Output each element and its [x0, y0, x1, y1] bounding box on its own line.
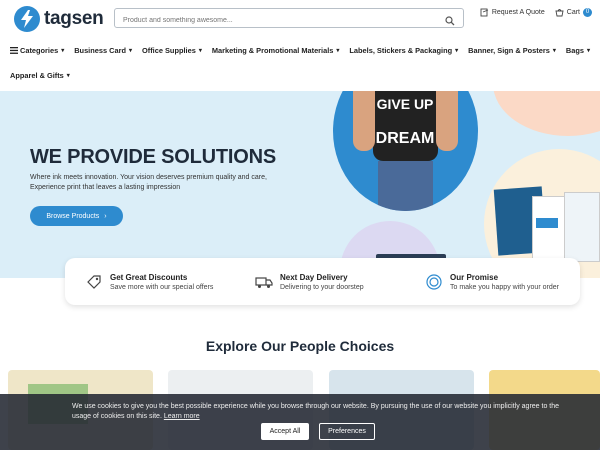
cart-label: Cart	[566, 9, 580, 16]
section-title: Explore Our People Choices	[205, 338, 395, 354]
nav-item-label: Bags	[565, 46, 584, 55]
header: tagsen Request A Quote Cart 0	[0, 0, 600, 38]
request-quote-label: Request A Quote	[491, 9, 545, 16]
cart-count-badge: 0	[583, 8, 592, 17]
nav-item-office-supplies[interactable]: Office Supplies ▾	[142, 46, 202, 55]
quote-icon	[480, 8, 488, 17]
chevron-down-icon: ▾	[61, 48, 65, 54]
chevron-down-icon: ▾	[455, 48, 459, 54]
nav-row: Categories ▾ Business Card ▾ Office Suppli…	[10, 46, 600, 55]
browse-products-label: Browse Products	[46, 212, 100, 220]
nav-item-label: Apparel & Gifts	[10, 71, 64, 80]
chevron-down-icon: ▾	[586, 48, 590, 54]
nav-item-label: Banner, Sign & Posters	[468, 46, 550, 55]
nav-item-labels-stickers[interactable]: Labels, Stickers & Packaging ▾	[349, 46, 458, 55]
search-input[interactable]	[123, 11, 443, 30]
preferences-button[interactable]: Preferences	[319, 423, 375, 440]
top-links: Request A Quote Cart 0	[470, 8, 592, 17]
nav-item-label: Marketing & Promotional Materials	[211, 46, 334, 55]
cookie-banner: We use cookies to give you the best poss…	[0, 394, 600, 450]
chevron-down-icon: ▾	[552, 48, 556, 54]
nav-item-label: Business Card	[74, 46, 126, 55]
hero-model-image: GIVE UP DREAM	[333, 91, 478, 211]
tag-icon	[87, 274, 101, 289]
request-quote-link[interactable]: Request A Quote	[480, 8, 545, 17]
search-bar	[114, 8, 464, 31]
chevron-down-icon: ▾	[336, 48, 340, 54]
cart-link[interactable]: Cart 0	[555, 8, 592, 17]
chevron-right-icon: ›	[104, 212, 107, 220]
feature-title: Our Promise	[450, 272, 499, 282]
nav-item-marketing[interactable]: Marketing & Promotional Materials ▾	[212, 46, 340, 55]
nav-item-label: Labels, Stickers & Packaging	[349, 46, 453, 55]
brand-name: tagsen	[44, 8, 104, 29]
truck-icon	[255, 276, 273, 288]
feature-item: Next Day Delivery Delivering to your door…	[235, 258, 405, 305]
cookie-text: We use cookies to give you the best poss…	[72, 403, 560, 420]
nav-item-label: Categories	[20, 46, 59, 55]
nav-row: Apparel & Gifts ▾	[10, 71, 80, 80]
nav-item-apparel-gifts[interactable]: Apparel & Gifts ▾	[10, 71, 70, 80]
cookie-message: We use cookies to give you the best poss…	[72, 402, 562, 422]
nav-item-business-card[interactable]: Business Card ▾	[74, 46, 132, 55]
accept-all-button[interactable]: Accept All	[261, 423, 309, 440]
hero-title: WE PROVIDE SOLUTIONS	[30, 146, 277, 168]
svg-text:GIVE UP: GIVE UP	[377, 96, 434, 112]
main-nav: Categories ▾ Business Card ▾ Office Suppli…	[0, 40, 600, 90]
chevron-down-icon: ▾	[128, 48, 132, 54]
chevron-down-icon: ▾	[198, 48, 202, 54]
feature-subtitle: Delivering to your doorstep	[280, 283, 364, 291]
chevron-down-icon: ▾	[66, 73, 70, 79]
hero-banner: GIVE UP DREAM WE PROVIDE SOLUTIONS Where…	[0, 91, 600, 278]
feature-title: Next Day Delivery	[280, 272, 348, 282]
nav-item-bags[interactable]: Bags ▾	[566, 46, 590, 55]
feature-item: Our Promise To make you happy with your o…	[405, 258, 575, 305]
hero-subtitle: Where ink meets innovation. Your vision …	[30, 174, 267, 191]
feature-title: Get Great Discounts	[110, 272, 188, 282]
decor-circle-peach	[493, 91, 600, 136]
learn-more-link[interactable]: Learn more	[164, 413, 200, 420]
logo[interactable]: tagsen	[14, 6, 104, 32]
nav-item-categories[interactable]: Categories ▾	[10, 46, 64, 55]
nav-item-banner-sign[interactable]: Banner, Sign & Posters ▾	[468, 46, 556, 55]
feature-subtitle: To make you happy with your order	[450, 283, 559, 291]
lightning-bolt-icon	[14, 6, 40, 32]
feature-subtitle: Save more with our special offers	[110, 283, 214, 291]
nav-item-label: Office Supplies	[142, 46, 196, 55]
svg-text:DREAM: DREAM	[376, 130, 435, 147]
features-bar: Get Great Discounts Save more with our sp…	[65, 258, 580, 305]
menu-icon	[10, 47, 18, 54]
cart-icon	[555, 9, 564, 17]
badge-icon	[426, 273, 442, 290]
browse-products-button[interactable]: Browse Products ›	[30, 206, 123, 226]
feature-item: Get Great Discounts Save more with our sp…	[65, 258, 235, 305]
search-icon[interactable]	[445, 13, 455, 31]
